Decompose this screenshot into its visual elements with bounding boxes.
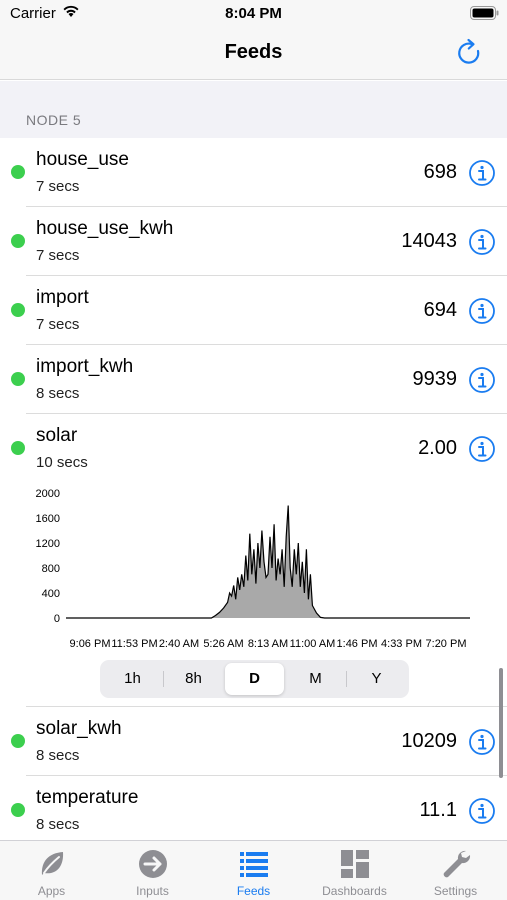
y-tick-label: 1600 — [36, 513, 60, 525]
arrow-circle-icon — [136, 847, 170, 881]
range-option-m[interactable]: M — [286, 663, 345, 695]
feed-row-solar-kwh[interactable]: solar_kwh 8 secs 10209 — [0, 707, 507, 776]
feed-row-house-use-kwh[interactable]: house_use_kwh 7 secs 14043 — [0, 207, 507, 276]
tab-dashboards[interactable]: Dashboards — [304, 841, 405, 900]
feed-name: solar_kwh — [36, 718, 122, 739]
tab-feeds[interactable]: Feeds — [203, 841, 304, 900]
status-bar: Carrier 8:04 PM — [0, 0, 507, 28]
feed-value: 2.00 — [418, 437, 457, 459]
feed-row-import[interactable]: import 7 secs 694 — [0, 276, 507, 345]
y-tick-label: 400 — [42, 588, 60, 600]
range-option-d[interactable]: D — [225, 663, 284, 695]
y-tick-label: 1200 — [36, 538, 60, 550]
x-tick-label: 11:00 AM — [290, 638, 336, 650]
navigation-bar: Feeds — [0, 28, 507, 80]
tab-label: Apps — [37, 884, 66, 898]
info-icon[interactable] — [468, 366, 496, 394]
feed-row-temperature[interactable]: temperature 8 secs 11.1 — [0, 776, 507, 845]
info-icon[interactable] — [468, 728, 496, 756]
feed-value: 698 — [423, 161, 457, 183]
info-icon[interactable] — [468, 159, 496, 187]
feeds-screen: Carrier 8:04 PM Feeds NODE 5 house_use 7 … — [0, 0, 507, 900]
tab-apps[interactable]: Apps — [1, 841, 102, 900]
feed-name: solar — [36, 425, 78, 446]
tab-settings[interactable]: Settings — [405, 841, 506, 900]
feed-name: import_kwh — [36, 356, 134, 377]
info-icon[interactable] — [468, 228, 496, 256]
feed-name: temperature — [36, 787, 139, 808]
x-tick-label: 5:26 AM — [203, 638, 243, 650]
feed-row-solar[interactable]: solar 10 secs 2.00 — [0, 414, 507, 483]
tab-inputs[interactable]: Inputs — [102, 841, 203, 900]
status-dot-icon — [11, 234, 25, 248]
tab-label: Inputs — [136, 884, 169, 898]
page-title: Feeds — [224, 41, 283, 63]
info-icon[interactable] — [468, 297, 496, 325]
y-tick-label: 2000 — [36, 488, 60, 500]
info-icon[interactable] — [468, 797, 496, 825]
feed-updated: 8 secs — [36, 385, 80, 402]
feed-value: 9939 — [412, 368, 458, 390]
feed-value: 11.1 — [419, 799, 457, 821]
range-option-y[interactable]: Y — [347, 663, 406, 695]
feed-row-import-kwh[interactable]: import_kwh 8 secs 9939 — [0, 345, 507, 414]
feed-updated: 8 secs — [36, 747, 80, 764]
list-icon — [237, 847, 271, 881]
feed-value: 14043 — [401, 230, 457, 252]
tab-bar: Apps Inputs Feeds Dashboards Settings — [0, 840, 507, 900]
x-tick-label: 2:40 AM — [159, 638, 199, 650]
status-dot-icon — [11, 303, 25, 317]
tab-label: Dashboards — [322, 884, 387, 898]
range-option-1h[interactable]: 1h — [103, 663, 162, 695]
y-tick-label: 0 — [54, 613, 60, 625]
feed-updated: 8 secs — [36, 816, 80, 833]
feed-name: house_use_kwh — [36, 218, 174, 239]
status-dot-icon — [11, 165, 25, 179]
status-dot-icon — [11, 734, 25, 748]
feed-value: 10209 — [401, 730, 457, 752]
status-dot-icon — [11, 372, 25, 386]
x-tick-label: 8:13 AM — [248, 638, 288, 650]
scroll-indicator[interactable] — [499, 668, 503, 778]
status-dot-icon — [11, 441, 25, 455]
feed-updated: 7 secs — [36, 178, 80, 195]
time-range-selector: 1h 8h D M Y — [100, 660, 409, 698]
feed-updated: 10 secs — [36, 454, 88, 471]
refresh-button[interactable] — [452, 36, 486, 70]
leaf-icon — [35, 847, 69, 881]
feed-updated: 7 secs — [36, 247, 80, 264]
x-tick-label: 7:20 PM — [426, 638, 467, 650]
wrench-icon — [439, 847, 473, 881]
battery-icon — [470, 6, 499, 20]
y-tick-label: 800 — [42, 563, 60, 575]
status-time: 8:04 PM — [225, 5, 282, 22]
grid-icon — [338, 847, 372, 881]
tab-label: Settings — [433, 884, 478, 898]
feed-name: house_use — [36, 149, 129, 170]
x-tick-label: 11:53 PM — [111, 638, 157, 650]
feed-row-house-use[interactable]: house_use 7 secs 698 — [0, 138, 507, 207]
tab-label: Feeds — [236, 884, 271, 898]
section-background — [0, 81, 507, 138]
section-header: NODE 5 — [26, 112, 82, 128]
chart-area-fill — [66, 505, 470, 618]
x-tick-label: 9:06 PM — [70, 638, 111, 650]
info-icon[interactable] — [468, 435, 496, 463]
feed-updated: 7 secs — [36, 316, 80, 333]
x-tick-label: 4:33 PM — [381, 638, 422, 650]
x-tick-label: 1:46 PM — [337, 638, 378, 650]
status-dot-icon — [11, 803, 25, 817]
range-option-8h[interactable]: 8h — [164, 663, 223, 695]
feed-value: 694 — [423, 299, 457, 321]
feed-name: import — [36, 287, 89, 308]
